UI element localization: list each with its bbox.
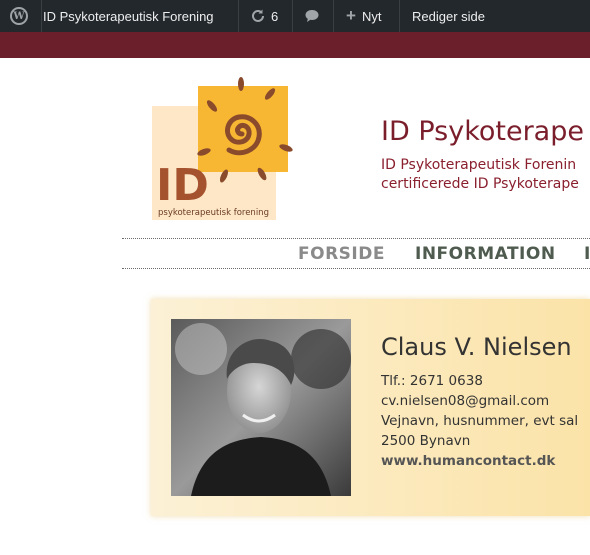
- description-line: certificerede ID Psykoterape: [381, 176, 579, 192]
- site-logo[interactable]: ID psykoterapeutisk forening: [152, 76, 294, 220]
- plus-icon: +: [346, 6, 356, 25]
- site-name-link[interactable]: ID Psykoterapeutisk Forening: [41, 0, 237, 32]
- site-name-label: ID Psykoterapeutisk Forening: [43, 8, 214, 24]
- admin-bar: W ID Psykoterapeutisk Forening 6 + Nyt R…: [0, 0, 590, 32]
- edit-page-link[interactable]: Rediger side: [412, 0, 485, 32]
- new-content-button[interactable]: + Nyt: [346, 0, 381, 32]
- site-description: ID Psykoterapeutisk Forenin certificered…: [381, 156, 579, 194]
- svg-text:ID: ID: [156, 160, 209, 211]
- svg-text:psykoterapeutisk forening: psykoterapeutisk forening: [158, 208, 269, 218]
- description-line: ID Psykoterapeutisk Forenin: [381, 157, 577, 173]
- header-band: [0, 32, 590, 58]
- site-title[interactable]: ID Psykoterape: [381, 116, 584, 147]
- phone-text: Tlf.: 2671 0638: [381, 373, 483, 389]
- person-name: Claus V. Nielsen: [381, 333, 572, 361]
- new-label: Nyt: [361, 8, 382, 24]
- separator: [399, 0, 400, 32]
- wordpress-logo-icon: W: [10, 7, 28, 25]
- website-link[interactable]: www.humancontact.dk: [381, 451, 578, 471]
- address-text: Vejnavn, husnummer, evt sal: [381, 413, 579, 429]
- comment-icon: [305, 10, 319, 22]
- logo-graphic: ID psykoterapeutisk forening: [152, 77, 293, 220]
- separator: [333, 0, 334, 32]
- city-text: 2500 Bynavn: [381, 433, 471, 449]
- refresh-icon: [252, 9, 264, 22]
- menu-divider-bottom: [122, 268, 590, 269]
- menu-divider-top: [122, 238, 590, 239]
- separator: [292, 0, 293, 32]
- menu-item-forside[interactable]: FORSIDE: [298, 244, 385, 264]
- contact-details: Tlf.: 2671 0638 cv.nielsen08@gmail.com V…: [381, 371, 578, 471]
- updates-count: 6: [271, 8, 279, 24]
- separator: [238, 0, 239, 32]
- edit-page-label: Rediger side: [412, 8, 485, 24]
- menu-item-next[interactable]: I: [584, 244, 590, 264]
- profile-photo: [171, 319, 351, 496]
- wordpress-logo-button[interactable]: W: [10, 0, 28, 32]
- menu-item-information[interactable]: INFORMATION: [415, 244, 556, 264]
- comments-button[interactable]: [304, 0, 320, 32]
- email-link[interactable]: cv.nielsen08@gmail.com: [381, 391, 578, 411]
- updates-button[interactable]: 6: [250, 0, 278, 32]
